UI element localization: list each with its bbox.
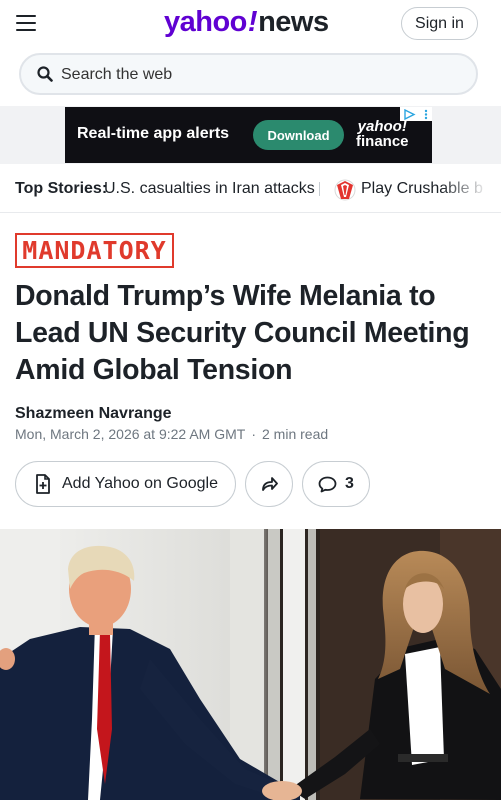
- hamburger-menu-icon[interactable]: [16, 15, 36, 31]
- category-badge[interactable]: MANDATORY: [15, 233, 174, 268]
- top-stories-label: Top Stories:: [15, 180, 108, 197]
- add-yahoo-label: Add Yahoo on Google: [62, 475, 218, 492]
- top-stories-separator: [319, 182, 320, 196]
- dateline-separator: ·: [251, 426, 256, 442]
- ad-download-button[interactable]: Download: [253, 120, 344, 150]
- share-button[interactable]: [245, 461, 293, 507]
- crushable-game-icon: [334, 179, 356, 201]
- article-dateline: Mon, March 2, 2026 at 9:22 AM GMT · 2 min …: [15, 426, 328, 442]
- article-hero-image[interactable]: [0, 529, 501, 800]
- article-headline: Donald Trump’s Wife Melania to Lead UN S…: [15, 280, 470, 386]
- search-input[interactable]: [61, 64, 461, 86]
- search-icon: [37, 66, 53, 82]
- ad-brand-line1: yahoo!: [357, 118, 407, 135]
- publish-date: Mon, March 2, 2026 at 9:22 AM GMT: [15, 426, 246, 442]
- sign-in-button[interactable]: Sign in: [401, 7, 478, 40]
- share-arrow-icon: [262, 477, 278, 491]
- ad-brand-line2: finance: [356, 133, 409, 150]
- comments-button[interactable]: 3: [302, 461, 370, 507]
- logo-news-text: news: [258, 6, 329, 38]
- add-source-icon: [36, 474, 50, 494]
- top-story-link[interactable]: U.S. casualties in Iran attacks: [104, 180, 315, 198]
- top-stories-bar: Top Stories: U.S. casualties in Iran att…: [0, 168, 501, 210]
- comment-count: 3: [345, 475, 354, 492]
- ad-banner[interactable]: Real-time app alerts Download yahoo! fin…: [65, 107, 432, 163]
- ad-headline: Real-time app alerts: [77, 125, 230, 142]
- ad-more-icon: [424, 109, 428, 119]
- article-author[interactable]: Shazmeen Navrange: [15, 405, 172, 423]
- top-stories-fade: [441, 168, 501, 210]
- comment-bubble-icon: [318, 476, 337, 493]
- add-yahoo-on-google-button[interactable]: Add Yahoo on Google: [15, 461, 236, 507]
- read-time: 2 min read: [262, 426, 329, 442]
- hero-photo: [0, 529, 501, 800]
- site-header: yahoo! news Sign in: [0, 0, 501, 48]
- ad-info-icon: [404, 108, 416, 120]
- logo-bang-text: !: [247, 6, 258, 38]
- yahoo-news-logo[interactable]: yahoo! news: [164, 6, 329, 42]
- search-bar[interactable]: [19, 53, 478, 95]
- logo-yahoo-text: yahoo: [164, 6, 247, 38]
- yahoo-finance-logo: yahoo! finance: [356, 119, 409, 149]
- section-divider: [0, 212, 501, 213]
- ad-choices-icon[interactable]: [400, 107, 432, 121]
